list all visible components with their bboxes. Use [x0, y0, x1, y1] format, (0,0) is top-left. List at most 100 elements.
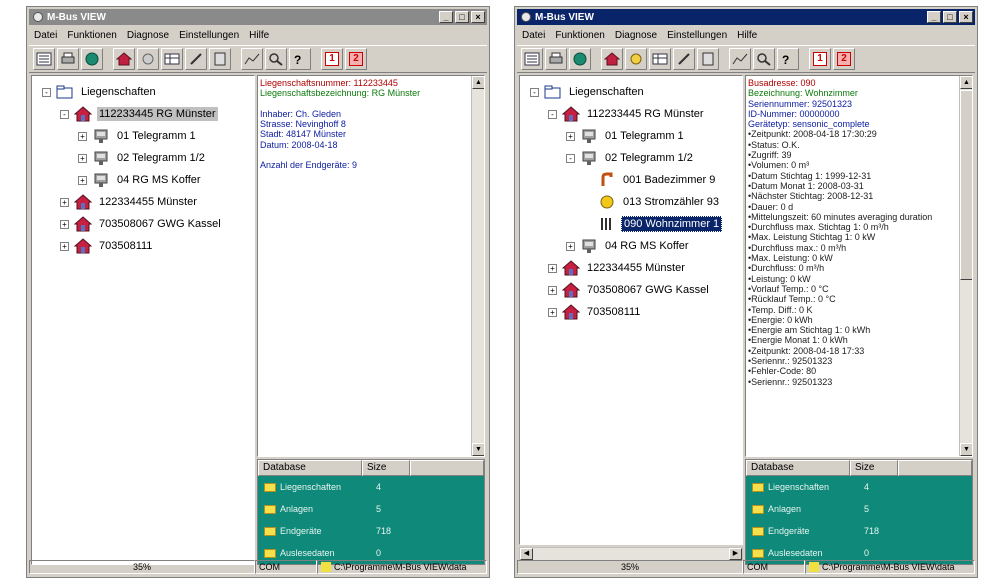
menu-funktionen[interactable]: Funktionen: [62, 30, 121, 41]
property-button[interactable]: [113, 48, 135, 70]
database-row[interactable]: Liegenschaften 4: [746, 476, 972, 498]
list-view-button[interactable]: [33, 48, 55, 70]
menu-hilfe[interactable]: Hilfe: [732, 30, 762, 41]
print-button[interactable]: [57, 48, 79, 70]
collapse-toggle[interactable]: -: [60, 109, 69, 119]
title-bar[interactable]: M-Bus VIEW _ □ ×: [517, 9, 975, 25]
minimize-button[interactable]: _: [439, 11, 453, 23]
property-button[interactable]: [601, 48, 623, 70]
scroll-down-button[interactable]: ▼: [960, 443, 972, 456]
menu-funktionen[interactable]: Funktionen: [550, 30, 609, 41]
database-row[interactable]: Endgeräte 718: [258, 520, 484, 542]
close-button[interactable]: ×: [471, 11, 485, 23]
search-button[interactable]: [265, 48, 287, 70]
calculator-button[interactable]: [209, 48, 231, 70]
menu-einstellungen[interactable]: Einstellungen: [662, 30, 732, 41]
menu-datei[interactable]: Datei: [29, 30, 62, 41]
chart-button[interactable]: [241, 48, 263, 70]
tree-item[interactable]: +122334455 Münster: [60, 192, 199, 212]
expand-toggle[interactable]: +: [548, 307, 557, 317]
print-button[interactable]: [545, 48, 567, 70]
title-bar[interactable]: M-Bus VIEW _ □ ×: [29, 9, 487, 25]
tree-item[interactable]: 001 Badezimmer 9: [584, 170, 717, 190]
menu-diagnose[interactable]: Diagnose: [610, 30, 662, 41]
view-2-button[interactable]: 2: [345, 48, 367, 70]
tree-item[interactable]: - 112233445 RG Münster: [548, 104, 706, 124]
tree-item[interactable]: 090 Wohnzimmer 1: [584, 214, 723, 234]
window-title: M-Bus VIEW: [47, 11, 106, 23]
collapse-toggle[interactable]: -: [566, 153, 575, 163]
probe-button[interactable]: [673, 48, 695, 70]
column-header-size[interactable]: Size: [850, 460, 898, 476]
menu-diagnose[interactable]: Diagnose: [122, 30, 174, 41]
probe-button[interactable]: [185, 48, 207, 70]
search-button[interactable]: [753, 48, 775, 70]
column-header-database[interactable]: Database: [746, 460, 850, 476]
tree-item[interactable]: +122334455 Münster: [548, 258, 687, 278]
detail-scrollbar[interactable]: ▲ ▼: [471, 76, 484, 456]
column-header-database[interactable]: Database: [258, 460, 362, 476]
tree-item[interactable]: - 02 Telegramm 1/2: [566, 148, 695, 168]
collapse-toggle[interactable]: -: [530, 87, 539, 97]
expand-toggle[interactable]: +: [548, 285, 557, 295]
tree-item[interactable]: +02 Telegramm 1/2: [78, 148, 207, 168]
menu-datei[interactable]: Datei: [517, 30, 550, 41]
table-button[interactable]: [161, 48, 183, 70]
view-1-button[interactable]: 1: [809, 48, 831, 70]
close-button[interactable]: ×: [959, 11, 973, 23]
scroll-up-button[interactable]: ▲: [472, 76, 484, 89]
expand-toggle[interactable]: +: [566, 241, 575, 251]
collapse-toggle[interactable]: -: [548, 109, 557, 119]
help-button[interactable]: ?: [289, 48, 311, 70]
expand-toggle[interactable]: +: [78, 131, 87, 141]
scroll-thumb[interactable]: [960, 90, 972, 280]
expand-toggle[interactable]: +: [78, 175, 87, 185]
detail-line: •Temp. Diff.: 0 K: [748, 304, 813, 315]
list-view-button[interactable]: [521, 48, 543, 70]
database-row[interactable]: Liegenschaften 4: [258, 476, 484, 498]
expand-toggle[interactable]: +: [60, 241, 69, 251]
collapse-toggle[interactable]: -: [42, 87, 51, 97]
tree-item[interactable]: +703508067 GWG Kassel: [548, 280, 711, 300]
minimize-button[interactable]: _: [927, 11, 941, 23]
expand-toggle[interactable]: +: [60, 197, 69, 207]
calculator-button[interactable]: [697, 48, 719, 70]
tree-item[interactable]: - Liegenschaften: [530, 82, 646, 102]
expand-toggle[interactable]: +: [78, 153, 87, 163]
tree-item[interactable]: +703508111: [60, 236, 154, 256]
tree-item[interactable]: 013 Stromzähler 93: [584, 192, 721, 212]
database-row[interactable]: Anlagen 5: [746, 498, 972, 520]
menu-einstellungen[interactable]: Einstellungen: [174, 30, 244, 41]
database-row[interactable]: Anlagen 5: [258, 498, 484, 520]
help-button[interactable]: ?: [777, 48, 799, 70]
tree-item[interactable]: - Liegenschaften: [42, 82, 158, 102]
tree-item[interactable]: +01 Telegramm 1: [78, 126, 198, 146]
device-button[interactable]: [137, 48, 159, 70]
expand-toggle[interactable]: +: [60, 219, 69, 229]
expand-toggle[interactable]: +: [566, 131, 575, 141]
property-tree[interactable]: - Liegenschaften - 112233445 RG Münster +01 …: [31, 75, 255, 565]
expand-toggle[interactable]: +: [548, 263, 557, 273]
maximize-button[interactable]: □: [943, 11, 957, 23]
table-button[interactable]: [649, 48, 671, 70]
database-row[interactable]: Endgeräte 718: [746, 520, 972, 542]
scroll-down-button[interactable]: ▼: [472, 443, 484, 456]
database-button[interactable]: [569, 48, 591, 70]
view-2-button[interactable]: 2: [833, 48, 855, 70]
menu-hilfe[interactable]: Hilfe: [244, 30, 274, 41]
property-tree[interactable]: - Liegenschaften - 112233445 RG Münster +01 …: [519, 75, 743, 545]
tree-item[interactable]: - 112233445 RG Münster: [60, 104, 218, 124]
detail-scrollbar[interactable]: ▲ ▼: [959, 76, 972, 456]
device-button[interactable]: [625, 48, 647, 70]
tree-item[interactable]: +04 RG MS Koffer: [78, 170, 203, 190]
tree-item[interactable]: +703508111: [548, 302, 642, 322]
tree-item[interactable]: +01 Telegramm 1: [566, 126, 686, 146]
column-header-size[interactable]: Size: [362, 460, 410, 476]
chart-button[interactable]: [729, 48, 751, 70]
view-1-button[interactable]: 1: [321, 48, 343, 70]
tree-item[interactable]: +04 RG MS Koffer: [566, 236, 691, 256]
tree-item[interactable]: +703508067 GWG Kassel: [60, 214, 223, 234]
maximize-button[interactable]: □: [455, 11, 469, 23]
scroll-up-button[interactable]: ▲: [960, 76, 972, 89]
database-button[interactable]: [81, 48, 103, 70]
